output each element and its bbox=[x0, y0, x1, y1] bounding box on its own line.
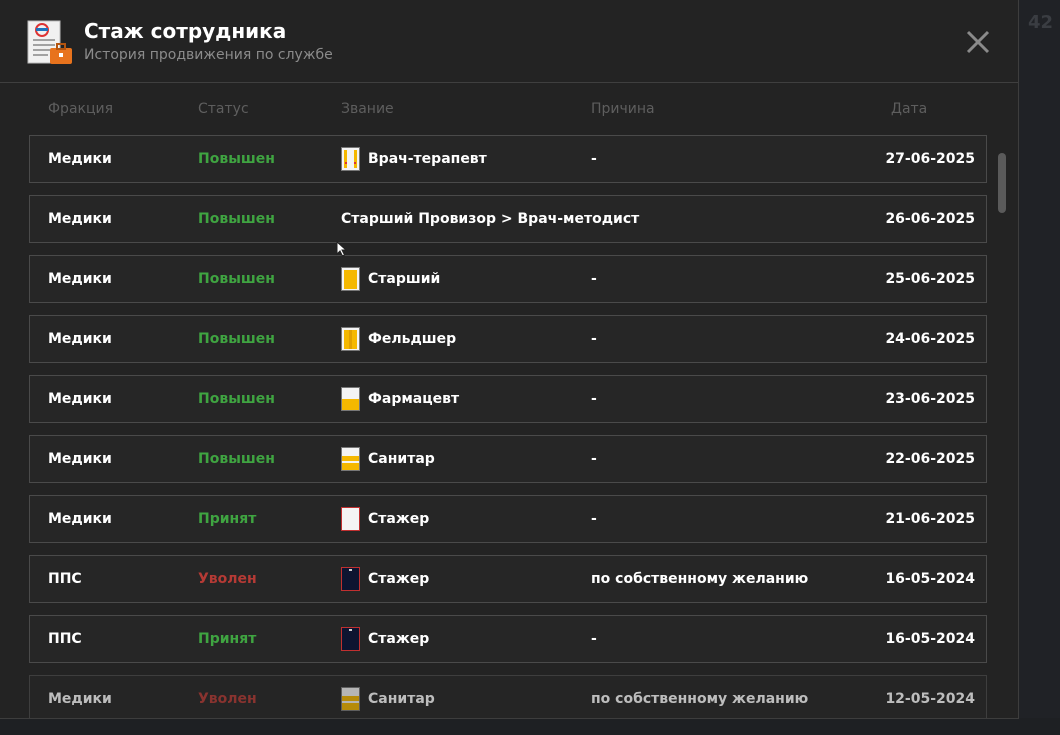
rank-badge-icon bbox=[341, 627, 360, 651]
row-rank: Стажер bbox=[368, 631, 430, 647]
modal-subtitle: История продвижения по службе bbox=[84, 47, 333, 63]
row-faction: Медики bbox=[48, 391, 112, 407]
row-reason: - bbox=[591, 331, 597, 347]
rank-badge-icon bbox=[341, 327, 360, 351]
rank-badge-icon bbox=[341, 567, 360, 591]
history-list: Медики Повышен Врач-терапевт - 27-06-202… bbox=[29, 135, 987, 718]
row-date: 25-06-2025 bbox=[885, 271, 975, 287]
seniority-modal: Стаж сотрудника История продвижения по с… bbox=[0, 0, 1019, 719]
row-status: Повышен bbox=[198, 211, 275, 227]
close-icon[interactable] bbox=[962, 26, 994, 58]
column-header-status: Статус bbox=[198, 101, 249, 117]
history-row: Медики Повышен Фельдшер - 24-06-2025 bbox=[29, 315, 987, 363]
row-date: 24-06-2025 bbox=[885, 331, 975, 347]
row-faction: Медики bbox=[48, 511, 112, 527]
row-status: Уволен bbox=[198, 691, 257, 707]
rank-badge-icon bbox=[341, 147, 360, 171]
row-status: Повышен bbox=[198, 331, 275, 347]
row-date: 16-05-2024 bbox=[885, 571, 975, 587]
history-row: Медики Повышен Старший Провизор > Врач-м… bbox=[29, 195, 987, 243]
row-rank: Старший bbox=[368, 271, 441, 287]
column-header-date: Дата bbox=[891, 101, 928, 117]
row-date: 16-05-2024 bbox=[885, 631, 975, 647]
background-bottom bbox=[0, 718, 1060, 735]
mouse-cursor-icon bbox=[336, 241, 348, 257]
history-row: Медики Повышен Фармацевт - 23-06-2025 bbox=[29, 375, 987, 423]
row-faction: ППС bbox=[48, 631, 82, 647]
modal-title: Стаж сотрудника bbox=[84, 19, 287, 43]
modal-header: Стаж сотрудника История продвижения по с… bbox=[0, 0, 1018, 83]
rank-badge-icon bbox=[341, 387, 360, 411]
row-reason: - bbox=[591, 511, 597, 527]
row-reason: - bbox=[591, 451, 597, 467]
row-date: 23-06-2025 bbox=[885, 391, 975, 407]
row-rank: Стажер bbox=[368, 511, 430, 527]
history-row: Медики Принят Стажер - 21-06-2025 bbox=[29, 495, 987, 543]
row-reason: по собственному желанию bbox=[591, 571, 809, 587]
background-counter: 42 bbox=[1028, 12, 1054, 33]
document-briefcase-icon bbox=[27, 20, 72, 64]
row-status: Повышен bbox=[198, 151, 275, 167]
row-faction: ППС bbox=[48, 571, 82, 587]
row-status: Принят bbox=[198, 511, 257, 527]
rank-badge-icon bbox=[341, 687, 360, 711]
row-rank: Санитар bbox=[368, 691, 435, 707]
row-rank: Фельдшер bbox=[368, 331, 457, 347]
column-header-rank: Звание bbox=[341, 101, 394, 117]
row-reason: - bbox=[591, 631, 597, 647]
background-panel bbox=[1019, 0, 1060, 735]
row-reason: - bbox=[591, 151, 597, 167]
row-rank: Санитар bbox=[368, 451, 435, 467]
history-row: Медики Повышен Санитар - 22-06-2025 bbox=[29, 435, 987, 483]
row-status: Повышен bbox=[198, 391, 275, 407]
row-date: 27-06-2025 bbox=[885, 151, 975, 167]
column-header-faction: Фракция bbox=[48, 101, 114, 117]
history-row: Медики Повышен Врач-терапевт - 27-06-202… bbox=[29, 135, 987, 183]
row-date: 12-05-2024 bbox=[885, 691, 975, 707]
row-faction: Медики bbox=[48, 151, 112, 167]
row-rank: Старший Провизор > Врач-методист bbox=[341, 211, 640, 227]
history-row: Медики Уволен Санитар по собственному же… bbox=[29, 675, 987, 718]
row-rank: Стажер bbox=[368, 571, 430, 587]
row-status: Уволен bbox=[198, 571, 257, 587]
history-row: ППС Принят Стажер - 16-05-2024 bbox=[29, 615, 987, 663]
row-faction: Медики bbox=[48, 691, 112, 707]
row-date: 22-06-2025 bbox=[885, 451, 975, 467]
row-status: Повышен bbox=[198, 451, 275, 467]
row-faction: Медики bbox=[48, 271, 112, 287]
history-row: Медики Повышен Старший - 25-06-2025 bbox=[29, 255, 987, 303]
row-date: 21-06-2025 bbox=[885, 511, 975, 527]
row-rank: Врач-терапевт bbox=[368, 151, 487, 167]
rank-badge-icon bbox=[341, 507, 360, 531]
row-status: Принят bbox=[198, 631, 257, 647]
column-header-reason: Причина bbox=[591, 101, 655, 117]
rank-badge-icon bbox=[341, 447, 360, 471]
row-status: Повышен bbox=[198, 271, 275, 287]
row-faction: Медики bbox=[48, 451, 112, 467]
row-reason: по собственному желанию bbox=[591, 691, 809, 707]
row-faction: Медики bbox=[48, 211, 112, 227]
history-row: ППС Уволен Стажер по собственному желани… bbox=[29, 555, 987, 603]
rank-badge-icon bbox=[341, 267, 360, 291]
row-date: 26-06-2025 bbox=[885, 211, 975, 227]
row-rank: Фармацевт bbox=[368, 391, 460, 407]
scrollbar-thumb[interactable] bbox=[998, 153, 1006, 213]
row-reason: - bbox=[591, 391, 597, 407]
row-reason: - bbox=[591, 271, 597, 287]
row-faction: Медики bbox=[48, 331, 112, 347]
